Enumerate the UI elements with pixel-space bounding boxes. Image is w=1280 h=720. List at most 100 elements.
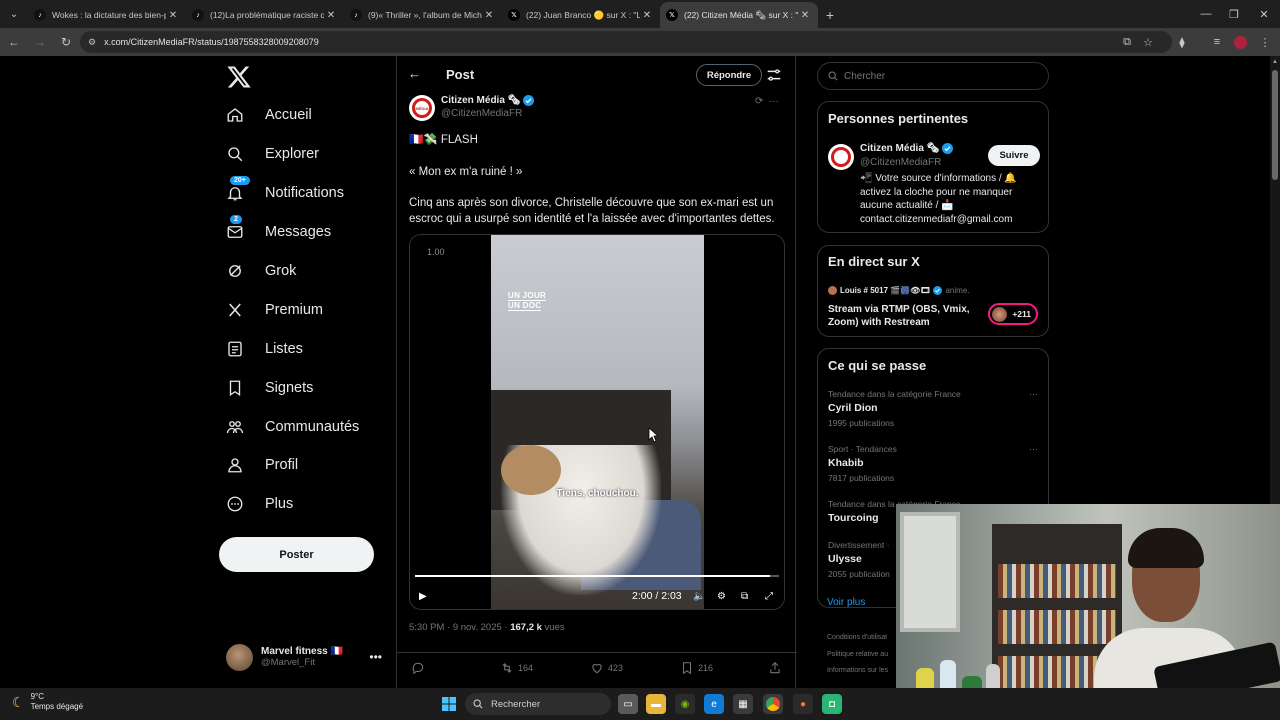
store-icon[interactable]: ▦	[733, 694, 753, 714]
video-progress-bar[interactable]	[415, 575, 779, 577]
author-handle[interactable]: @CitizenMediaFR	[441, 108, 522, 119]
scrollbar-thumb[interactable]	[1272, 70, 1278, 180]
close-tab-icon[interactable]: ✕	[166, 10, 180, 21]
nav-item-messages[interactable]: 2 Messages	[226, 215, 331, 247]
back-arrow-icon[interactable]: ←	[408, 66, 421, 81]
play-icon[interactable]: ▶	[419, 589, 427, 603]
browser-menu-icon[interactable]: ⋮	[1254, 30, 1276, 54]
nav-item-grok[interactable]: Grok	[226, 256, 296, 286]
close-tab-icon[interactable]: ✕	[640, 10, 654, 21]
footer-link[interactable]: Informations sur les	[827, 667, 888, 674]
firefox-icon[interactable]: ●	[793, 694, 813, 714]
task-view-icon[interactable]: ▭	[618, 694, 638, 714]
live-on-x-card[interactable]: En direct sur X Louis # 5017 🎬🎆👁🎞 anime.…	[817, 245, 1049, 337]
taskbar-search[interactable]: Rechercher	[465, 693, 611, 715]
app-icon[interactable]: ◘	[822, 694, 842, 714]
new-tab-button[interactable]: +	[818, 2, 842, 28]
scroll-up-icon[interactable]: ▲	[1272, 59, 1278, 65]
live-viewers-pill[interactable]: +211	[988, 303, 1038, 325]
more-dots-icon[interactable]: ···	[1029, 444, 1038, 454]
relevant-name[interactable]: Citizen Média 🗞	[860, 143, 954, 154]
weather-widget[interactable]: ☾ 9°C Temps dégagé	[12, 692, 83, 712]
x-logo-icon[interactable]	[226, 64, 252, 90]
fullscreen-icon[interactable]: ⤢	[765, 589, 773, 603]
trend-item[interactable]: Sport · Tendances Khabib 7817 publicatio…	[828, 444, 1038, 483]
trend-item[interactable]: Tendance dans la catégorie France Cyril …	[828, 389, 1038, 428]
close-window-icon[interactable]: ✕	[1246, 0, 1280, 28]
file-explorer-icon[interactable]: ▬	[646, 694, 666, 714]
nav-item-notifications[interactable]: 20+ Notifications	[226, 176, 344, 208]
post-timestamp[interactable]: 5:30 PM · 9 nov. 2025 ·	[409, 622, 510, 633]
extensions-icon[interactable]: ⧫	[1171, 30, 1193, 54]
search-icon	[226, 145, 244, 163]
browser-tab[interactable]: 𝕏 (22) Citizen Média 🗞 sur X : "" ✕	[660, 2, 818, 28]
nav-item-signets[interactable]: Signets	[226, 373, 313, 403]
browser-tab[interactable]: 𝕏 (22) Juan Branco 🟡 sur X : "La ✕	[502, 2, 660, 28]
footer-link[interactable]: Politique relative au	[827, 651, 888, 658]
nav-item-plus[interactable]: Plus	[226, 489, 293, 519]
forward-icon[interactable]: →	[28, 30, 52, 54]
bookmark-count: 216	[698, 663, 714, 673]
account-switcher[interactable]: Marvel fitness 🇫🇷 @Marvel_Fit •••	[226, 642, 396, 672]
install-app-icon[interactable]: ⧉	[1116, 30, 1138, 54]
more-dots-icon[interactable]: ···	[769, 96, 779, 107]
nav-item-label: Listes	[265, 341, 303, 357]
author-name[interactable]: Citizen Média 🗞	[441, 95, 535, 106]
windows-start-icon[interactable]	[439, 694, 459, 714]
retweet-action[interactable]: 164	[500, 657, 533, 679]
grok-icon[interactable]: ⟳	[755, 96, 763, 107]
address-bar[interactable]: ⚙ x.com/CitizenMediaFR/status/1987558328…	[80, 31, 1172, 53]
site-info-icon[interactable]: ⚙	[88, 37, 96, 48]
reply-button[interactable]: Répondre	[696, 64, 762, 86]
more-dots-icon[interactable]: ···	[1029, 389, 1038, 399]
browser-tab[interactable]: ♪ (9)« Thriller », l'album de Micha ✕	[344, 2, 502, 28]
post-text-line: « Mon ex m'a ruiné ! »	[409, 166, 523, 178]
footer-link[interactable]: Conditions d'utilisat	[827, 634, 887, 641]
back-icon[interactable]: ←	[2, 30, 26, 54]
mail-icon: 2	[226, 215, 244, 241]
more-dots-icon[interactable]: •••	[369, 650, 382, 664]
author-avatar[interactable]: MÉDIA	[409, 95, 435, 121]
nav-item-listes[interactable]: Listes	[226, 334, 303, 364]
chrome-icon[interactable]	[763, 694, 783, 714]
nav-item-explorer[interactable]: Explorer	[226, 139, 319, 169]
url-text: x.com/CitizenMediaFR/status/198755832800…	[104, 37, 319, 47]
settings-gear-icon[interactable]: ⚙	[717, 589, 726, 603]
share-action[interactable]	[768, 657, 786, 679]
see-more-link[interactable]: Voir plus	[827, 597, 865, 608]
author-name-text: Citizen Média 🗞	[441, 95, 521, 106]
search-icon	[828, 71, 838, 81]
search-input[interactable]: Chercher	[817, 62, 1049, 90]
video-frame[interactable]: UN JOUR UN DOC Tiens, chouchou.	[491, 235, 704, 609]
bookmark-star-icon[interactable]: ☆	[1137, 30, 1159, 54]
nvidia-icon[interactable]: ◉	[675, 694, 695, 714]
reply-action[interactable]	[411, 657, 429, 679]
close-tab-icon[interactable]: ✕	[324, 10, 338, 21]
volume-icon[interactable]: 🔈	[693, 589, 705, 603]
browser-tab[interactable]: ♪ (12)La problématique raciste de ✕	[186, 2, 344, 28]
avatar[interactable]	[828, 144, 854, 170]
follow-button[interactable]: Suivre	[988, 145, 1040, 166]
reload-icon[interactable]: ↻	[54, 30, 78, 54]
nav-item-accueil[interactable]: Accueil	[226, 100, 312, 130]
like-action[interactable]: 423	[590, 657, 623, 679]
bookmark-action[interactable]: 216	[680, 657, 713, 679]
sliders-icon[interactable]	[765, 65, 783, 85]
post-button[interactable]: Poster	[219, 537, 374, 572]
nav-item-premium[interactable]: Premium	[226, 295, 323, 325]
relevant-handle[interactable]: @CitizenMediaFR	[860, 157, 941, 168]
close-tab-icon[interactable]: ✕	[798, 10, 812, 21]
profile-avatar-icon[interactable]	[1229, 30, 1251, 54]
media-control-icon[interactable]: ≡	[1206, 30, 1228, 54]
video-player[interactable]: 1.00 UN JOUR UN DOC Tiens, chouchou. ▶ 2…	[409, 234, 785, 610]
nav-item-profil[interactable]: Profil	[226, 450, 298, 480]
share-icon	[770, 662, 780, 674]
tab-search-chevron-icon[interactable]: ⌄	[0, 0, 28, 28]
browser-tab-strip: ⌄ ♪ Wokes : la dictature des bien-pe ✕ ♪ (12…	[0, 0, 1280, 28]
nav-item-communautes[interactable]: Communautés	[226, 412, 359, 442]
close-tab-icon[interactable]: ✕	[482, 10, 496, 21]
edge-icon[interactable]: e	[704, 694, 724, 714]
search-icon	[473, 699, 483, 709]
browser-tab[interactable]: ♪ Wokes : la dictature des bien-pe ✕	[28, 2, 186, 28]
pip-icon[interactable]: ⧉	[741, 589, 748, 603]
